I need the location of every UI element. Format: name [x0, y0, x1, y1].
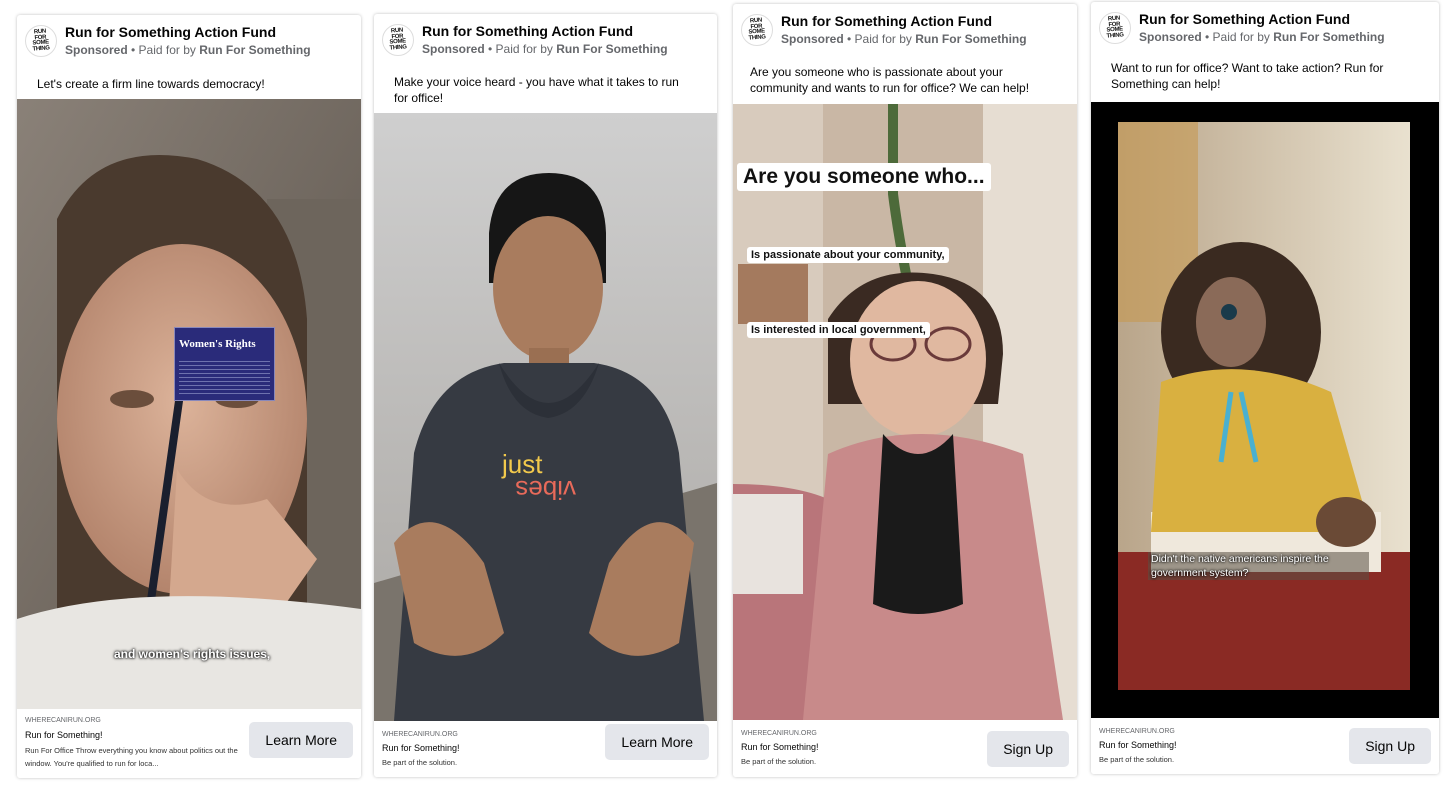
- sponsored-label: Sponsored: [1139, 30, 1202, 44]
- sponsored-line: Sponsored • Paid for by Run For Somethin…: [65, 43, 311, 57]
- ad-footer[interactable]: WHERECANIRUN.ORG Run for Something! Be p…: [374, 721, 717, 777]
- link-title[interactable]: Run for Something!: [25, 730, 103, 740]
- paid-for-prefix: Paid for by: [854, 32, 912, 46]
- ad-caption: Are you someone who is passionate about …: [750, 65, 1030, 95]
- paid-for-prefix: Paid for by: [1212, 30, 1270, 44]
- ad-video[interactable]: Didn't the native americans inspire the …: [1091, 102, 1439, 718]
- link-title[interactable]: Run for Something!: [382, 743, 460, 753]
- ad-header: RUN FOR SOME THING Run for Something Action…: [17, 15, 361, 75]
- link-description: Run For Office Throw everything you know…: [25, 746, 238, 768]
- overlay-line-2: Is interested in local government,: [747, 322, 930, 338]
- ad-header: RUN FOR SOME THING Run for Something Action…: [1091, 2, 1439, 62]
- link-description: Be part of the solution.: [382, 758, 458, 767]
- womens-rights-title: Women's Rights: [179, 338, 256, 350]
- video-frame-puppet: [1118, 122, 1410, 690]
- page-name[interactable]: Run for Something Action Fund: [65, 24, 276, 40]
- avatar[interactable]: RUN FOR SOME THING: [1099, 12, 1131, 44]
- paid-for-name[interactable]: Run For Something: [556, 42, 667, 56]
- page-name[interactable]: Run for Something Action Fund: [422, 23, 633, 39]
- ad-video[interactable]: just vibes: [374, 113, 717, 721]
- ad-card-1: RUN FOR SOME THING Run for Something Action…: [17, 15, 361, 778]
- ad-video[interactable]: Are you someone who... Is passionate abo…: [733, 104, 1077, 720]
- ad-card-4: RUN FOR SOME THING Run for Something Action…: [1091, 2, 1439, 774]
- ad-card-3: RUN FOR SOME THING Run for Something Action…: [733, 4, 1077, 777]
- overlay-line-1: Is passionate about your community,: [747, 247, 949, 263]
- sponsored-line: Sponsored • Paid for by Run For Somethin…: [1139, 30, 1385, 44]
- sign-up-button[interactable]: Sign Up: [1349, 728, 1431, 764]
- ad-footer[interactable]: WHERECANIRUN.ORG Run for Something! Be p…: [733, 720, 1077, 777]
- link-description: Be part of the solution.: [741, 757, 817, 766]
- link-title[interactable]: Run for Something!: [741, 742, 819, 752]
- ad-footer[interactable]: WHERECANIRUN.ORG Run for Something! Run …: [17, 709, 361, 778]
- link-description: Be part of the solution.: [1099, 755, 1175, 764]
- video-frame-man: just vibes: [374, 113, 717, 721]
- paid-for-name[interactable]: Run For Something: [1273, 30, 1384, 44]
- video-subtitle: and women's rights issues,: [114, 647, 271, 661]
- ad-caption: Make your voice heard - you have what it…: [394, 75, 679, 105]
- link-domain: WHERECANIRUN.ORG: [25, 717, 101, 724]
- svg-text:vibes: vibes: [515, 475, 576, 505]
- video-frame-woman-glasses: [733, 104, 1077, 720]
- link-domain: WHERECANIRUN.ORG: [1099, 728, 1175, 735]
- ad-card-2: RUN FOR SOME THING Run for Something Action…: [374, 14, 717, 777]
- learn-more-button[interactable]: Learn More: [249, 722, 353, 758]
- video-frame-woman: [17, 99, 361, 709]
- paid-for-prefix: Paid for by: [495, 42, 553, 56]
- run-for-something-logo: RUN FOR SOME THING: [32, 28, 51, 53]
- avatar[interactable]: RUN FOR SOME THING: [382, 24, 414, 56]
- avatar[interactable]: RUN FOR SOME THING: [741, 14, 773, 46]
- ad-header: RUN FOR SOME THING Run for Something Action…: [733, 4, 1077, 64]
- womens-rights-body: [179, 358, 270, 394]
- run-for-something-logo: RUN FOR SOME THING: [389, 27, 408, 52]
- link-title[interactable]: Run for Something!: [1099, 740, 1177, 750]
- link-domain: WHERECANIRUN.ORG: [741, 730, 817, 737]
- run-for-something-logo: RUN FOR SOME THING: [1106, 15, 1125, 40]
- paid-for-name[interactable]: Run For Something: [915, 32, 1026, 46]
- ad-header: RUN FOR SOME THING Run for Something Action…: [374, 14, 717, 74]
- learn-more-button[interactable]: Learn More: [605, 724, 709, 760]
- sponsored-label: Sponsored: [781, 32, 844, 46]
- avatar[interactable]: RUN FOR SOME THING: [25, 25, 57, 57]
- ad-footer[interactable]: WHERECANIRUN.ORG Run for Something! Be p…: [1091, 718, 1439, 774]
- womens-rights-card: Women's Rights: [174, 327, 275, 401]
- sponsored-line: Sponsored • Paid for by Run For Somethin…: [422, 42, 668, 56]
- ad-caption: Let's create a firm line towards democra…: [37, 77, 265, 91]
- paid-for-name[interactable]: Run For Something: [199, 43, 310, 57]
- sponsored-label: Sponsored: [65, 43, 128, 57]
- sponsored-label: Sponsored: [422, 42, 485, 56]
- ad-video[interactable]: Women's Rights and women's rights issues…: [17, 99, 361, 709]
- sponsored-line: Sponsored • Paid for by Run For Somethin…: [781, 32, 1027, 46]
- page-name[interactable]: Run for Something Action Fund: [1139, 11, 1350, 27]
- overlay-title: Are you someone who...: [737, 163, 991, 191]
- page-name[interactable]: Run for Something Action Fund: [781, 13, 992, 29]
- ad-caption: Want to run for office? Want to take act…: [1111, 61, 1384, 91]
- video-subtitle: Didn't the native americans inspire the …: [1148, 552, 1369, 580]
- sign-up-button[interactable]: Sign Up: [987, 731, 1069, 767]
- paid-for-prefix: Paid for by: [138, 43, 196, 57]
- hoodie-text-decor: just: [501, 449, 543, 479]
- link-domain: WHERECANIRUN.ORG: [382, 731, 458, 738]
- run-for-something-logo: RUN FOR SOME THING: [748, 17, 767, 42]
